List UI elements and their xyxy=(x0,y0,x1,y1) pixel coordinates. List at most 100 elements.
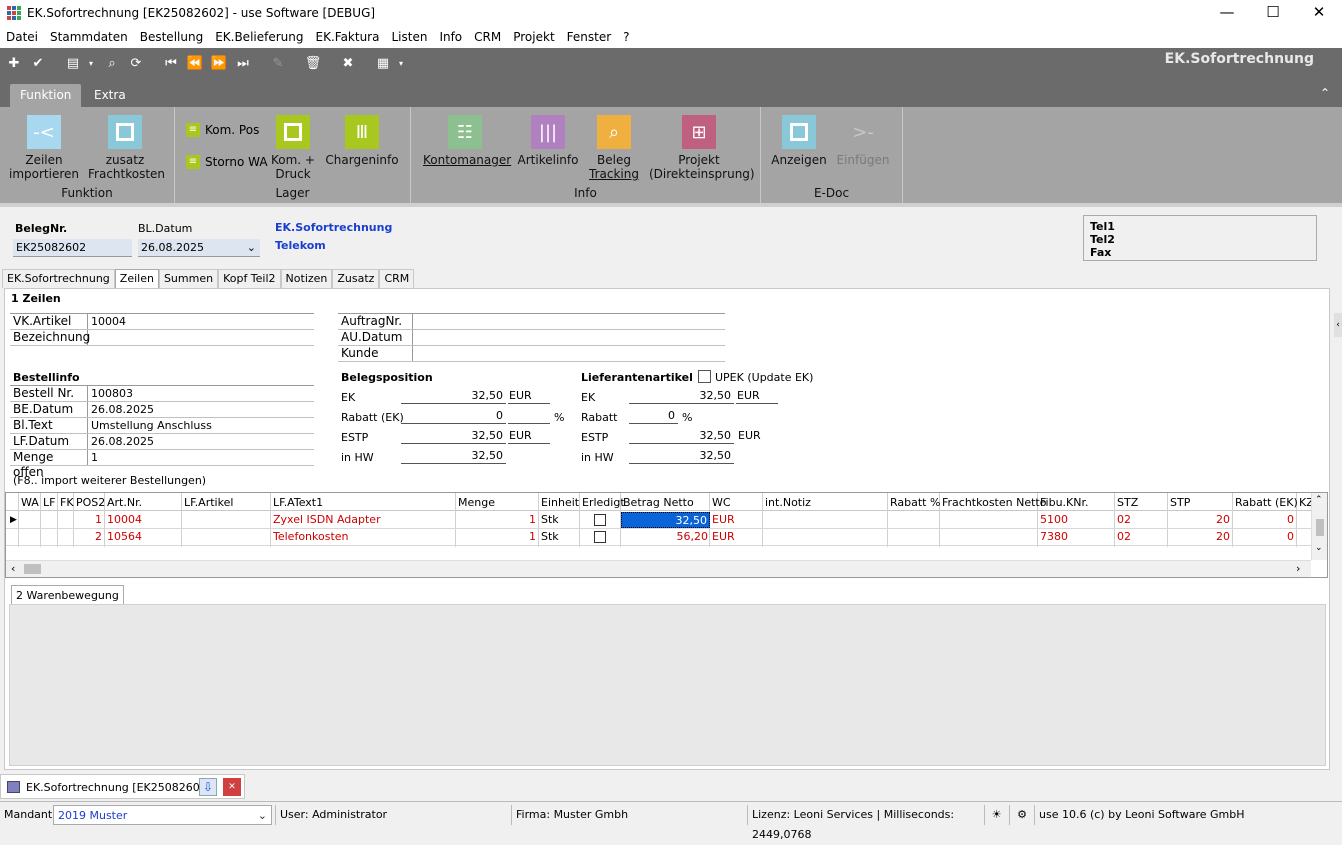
bp-ek-currency[interactable]: EUR xyxy=(508,389,550,404)
storno-wa-button[interactable]: ≡ Storno WA xyxy=(186,155,268,169)
col-header-lf-artikel[interactable]: LF.Artikel xyxy=(182,495,235,511)
bp-ek-field[interactable]: 32,50 xyxy=(401,389,506,404)
einfuegen-button[interactable]: >- Einfügen xyxy=(835,115,891,168)
zeilen-importieren-button[interactable]: -< Zeilen importieren xyxy=(8,115,80,181)
minimize-button[interactable]: — xyxy=(1204,0,1250,27)
menu-fenster[interactable]: Fenster xyxy=(561,27,618,48)
scroll-right-icon[interactable]: › xyxy=(1296,562,1300,575)
la-ek-field[interactable]: 32,50 xyxy=(629,389,734,404)
refresh-icon[interactable]: ⟳ xyxy=(127,55,145,73)
col-header-lf-atext1[interactable]: LF.AText1 xyxy=(271,495,325,511)
edit-icon[interactable]: ✎ xyxy=(269,55,287,73)
scroll-thumb[interactable] xyxy=(1316,519,1324,536)
bp-estp-currency[interactable]: EUR xyxy=(508,429,550,444)
lf-datum-field[interactable]: 26.08.2025 xyxy=(88,434,154,449)
col-header-erledigt[interactable]: Erledigt xyxy=(580,495,627,511)
col-header-rabatt-ek[interactable]: Rabatt (EK) xyxy=(1233,495,1300,511)
tab-notizen[interactable]: Notizen xyxy=(280,269,333,288)
positions-grid[interactable]: WA LF FK POS2 Art.Nr. LF.Artikel LF.ATex… xyxy=(5,492,1328,578)
menu-crm[interactable]: CRM xyxy=(468,27,507,48)
print-icon[interactable]: ▤ xyxy=(64,55,82,73)
close-button[interactable]: ✕ xyxy=(1296,0,1342,27)
scroll-up-icon[interactable]: ⌃ xyxy=(1315,495,1323,505)
zusatz-frachtkosten-button[interactable]: zusatz Frachtkosten xyxy=(88,115,165,181)
col-header-wa[interactable]: WA xyxy=(19,495,41,511)
kom-druck-button[interactable]: Kom. + Druck xyxy=(270,115,316,181)
be-datum-field[interactable]: 26.08.2025 xyxy=(88,402,154,417)
vertical-scrollbar[interactable]: ⌃ ⌄ xyxy=(1311,493,1327,560)
bp-rabatt-field[interactable]: 0 xyxy=(401,409,506,424)
prev-record-icon[interactable]: ⏪ xyxy=(186,55,204,73)
col-header-frachtkosten[interactable]: Frachtkosten Netto xyxy=(940,495,1048,511)
col-header-fk[interactable]: FK xyxy=(58,495,76,511)
au-datum-field[interactable] xyxy=(413,330,416,345)
chevron-down-icon[interactable]: ⌄ xyxy=(247,239,256,256)
menu-help[interactable]: ? xyxy=(617,27,635,48)
col-header-int-notiz[interactable]: int.Notiz xyxy=(763,495,813,511)
la-estp-field[interactable]: 32,50 xyxy=(629,429,734,444)
bp-rabatt-extra[interactable] xyxy=(508,409,550,424)
hscroll-thumb[interactable] xyxy=(24,564,41,574)
projekt-button[interactable]: ⊞ Projekt (Direkteinsprung) xyxy=(649,115,755,181)
search-icon[interactable]: ⌕ xyxy=(103,55,121,73)
add-icon[interactable]: ✚ xyxy=(5,55,23,73)
col-header-kz[interactable]: KZ xyxy=(1297,495,1311,511)
col-header-lf[interactable]: LF xyxy=(41,495,57,511)
arrow-down-icon[interactable]: ⇩ xyxy=(199,778,217,796)
sun-icon[interactable]: ☀ xyxy=(984,805,1008,825)
col-header-art-nr[interactable]: Art.Nr. xyxy=(105,495,144,511)
next-record-icon[interactable]: ⏩ xyxy=(210,55,228,73)
menu-ek-belieferung[interactable]: EK.Belieferung xyxy=(209,27,309,48)
menu-ek-faktura[interactable]: EK.Faktura xyxy=(310,27,386,48)
close-document-icon[interactable]: ✕ xyxy=(223,778,241,796)
last-record-icon[interactable]: ⏭ xyxy=(234,55,252,73)
col-header-pos2[interactable]: POS2 xyxy=(74,495,107,511)
bp-hw-field[interactable]: 32,50 xyxy=(401,449,506,464)
menu-datei[interactable]: Datei xyxy=(0,27,44,48)
bestell-nr-field[interactable]: 100803 xyxy=(88,386,133,401)
chargeninfo-button[interactable]: Ⅲ Chargeninfo xyxy=(325,115,399,167)
kom-pos-button[interactable]: ≡ Kom. Pos xyxy=(186,123,259,137)
delete-icon[interactable]: 🗑 xyxy=(304,55,322,73)
kunde-field[interactable] xyxy=(413,346,416,361)
network-icon[interactable]: ⚙ xyxy=(1009,805,1034,825)
col-header-stz[interactable]: STZ xyxy=(1115,495,1140,511)
col-header-wc[interactable]: WC xyxy=(710,495,733,511)
la-rabatt-field[interactable]: 0 xyxy=(629,409,678,424)
col-header-stp[interactable]: STP xyxy=(1168,495,1192,511)
open-document-tab[interactable]: EK.Sofortrechnung [EK25082602] xyxy=(26,781,211,794)
scroll-left-icon[interactable]: ‹ xyxy=(11,562,15,575)
side-panel-toggle-icon[interactable]: ‹ xyxy=(1334,313,1342,337)
auftrag-nr-field[interactable] xyxy=(413,314,416,329)
tab-zeilen[interactable]: Zeilen xyxy=(114,269,159,288)
upek-checkbox[interactable] xyxy=(698,370,711,383)
erledigt-checkbox[interactable] xyxy=(594,531,606,543)
col-header-einheit[interactable]: Einheit xyxy=(539,495,581,511)
ribbon-tab-extra[interactable]: Extra xyxy=(84,84,136,107)
tab-kopf-teil2[interactable]: Kopf Teil2 xyxy=(218,269,281,288)
chevron-down-icon[interactable]: ⌄ xyxy=(258,806,267,826)
kontomanager-button[interactable]: ☷ Kontomanager xyxy=(423,115,511,167)
beleg-nr-field[interactable]: EK25082602 xyxy=(13,239,132,257)
tab-zusatz[interactable]: Zusatz xyxy=(332,269,380,288)
tab-summen[interactable]: Summen xyxy=(158,269,219,288)
menu-info[interactable]: Info xyxy=(433,27,468,48)
betrag-cell-selected[interactable]: 32,50 xyxy=(621,512,710,528)
grid-dropdown-icon[interactable]: ▾ xyxy=(396,55,406,73)
col-header-fibu-knr[interactable]: Fibu.KNr. xyxy=(1038,495,1091,511)
grid-icon[interactable]: ▦ xyxy=(374,55,392,73)
scroll-down-icon[interactable]: ⌄ xyxy=(1315,543,1323,553)
first-record-icon[interactable]: ⏮ xyxy=(162,55,180,73)
col-header-rabatt-pct[interactable]: Rabatt % xyxy=(888,495,942,511)
tab-crm[interactable]: CRM xyxy=(379,269,415,288)
col-header-menge[interactable]: Menge xyxy=(456,495,497,511)
beleg-tracking-button[interactable]: ⌕ Beleg Tracking xyxy=(587,115,641,181)
bezeichnung-field[interactable] xyxy=(88,330,91,345)
anzeigen-button[interactable]: Anzeigen xyxy=(771,115,827,167)
cancel-icon[interactable]: ✖ xyxy=(339,55,357,73)
horizontal-scrollbar[interactable]: ‹ › xyxy=(6,560,1311,577)
check-icon[interactable]: ✔ xyxy=(29,55,47,73)
tab-ek-sofortrechnung[interactable]: EK.Sofortrechnung xyxy=(2,269,115,288)
la-hw-field[interactable]: 32,50 xyxy=(629,449,734,464)
menu-bestellung[interactable]: Bestellung xyxy=(134,27,209,48)
